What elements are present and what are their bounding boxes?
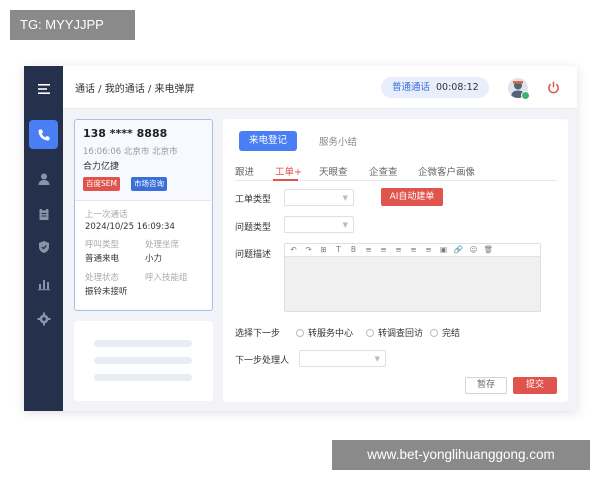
menu-icon[interactable] xyxy=(29,74,58,103)
table-icon[interactable]: ⊞ xyxy=(318,245,329,254)
emoji-icon[interactable]: ☺ xyxy=(468,245,479,254)
tab-qichacha[interactable]: 企查查 xyxy=(369,164,398,178)
status-value: 振铃未接听 xyxy=(85,287,128,297)
status-label: 处理状态 xyxy=(85,273,120,283)
online-status-badge xyxy=(521,91,530,100)
power-icon[interactable] xyxy=(547,81,560,94)
sub-tabs: 跟进 工单+ 天眼查 企查查 企微客户画像 xyxy=(235,164,557,181)
call-type-label: 呼叫类型 xyxy=(85,240,120,250)
issue-type-select[interactable]: ▼ xyxy=(284,216,354,233)
radio-label: 完结 xyxy=(442,329,461,339)
tag-source: 百度SEM xyxy=(83,177,120,191)
tab-follow-up[interactable]: 跟进 xyxy=(235,164,254,178)
align-right-icon[interactable]: ≡ xyxy=(393,245,404,254)
agent-value: 小力 xyxy=(145,254,163,264)
skeleton-line xyxy=(94,374,192,381)
chevron-down-icon: ▼ xyxy=(374,355,380,363)
active-tab-indicator xyxy=(273,179,298,181)
call-type-value: 普通来电 xyxy=(85,254,120,264)
breadcrumb: 通话 / 我的通话 / 来电弹屏 xyxy=(75,84,195,95)
last-call-value: 2024/10/25 16:09:34 xyxy=(85,222,175,232)
radio-service-center[interactable]: 转服务中心 xyxy=(296,326,353,339)
caller-card[interactable]: 138 **** 8888 16:06:06 北京市 北京市 合力亿捷 百度SE… xyxy=(74,119,213,311)
redo-icon[interactable]: ↷ xyxy=(303,245,314,254)
issue-desc-editor[interactable]: ↶ ↷ ⊞ T B ≡ ≡ ≡ ≡ ≡ ▣ 🔗 ☺ 🗑 xyxy=(284,243,541,312)
radio-label: 转服务中心 xyxy=(308,329,354,339)
sidebar-item-settings[interactable] xyxy=(29,304,58,333)
tab-service-summary[interactable]: 服务小结 xyxy=(319,134,357,148)
chevron-down-icon: ▼ xyxy=(342,194,348,202)
sidebar-item-tickets[interactable] xyxy=(29,199,58,228)
main-panel: 来电登记 服务小结 跟进 工单+ 天眼查 企查查 企微客户画像 工单类型 ▼ A… xyxy=(223,119,568,402)
next-step-label: 选择下一步 xyxy=(235,329,281,339)
top-header: 通话 / 我的通话 / 来电弹屏 普通通话 00:08:12 xyxy=(63,66,577,109)
issue-desc-label: 问题描述 xyxy=(235,250,272,260)
skill-group-label: 呼入技能组 xyxy=(145,273,188,283)
caller-time-location: 16:06:06 北京市 北京市 xyxy=(83,147,178,157)
skeleton-line xyxy=(94,340,192,347)
bold-icon[interactable]: B xyxy=(348,245,359,254)
phone-icon xyxy=(38,129,49,140)
list-icon[interactable]: ≡ xyxy=(408,245,419,254)
sidebar-item-calls[interactable] xyxy=(29,120,58,149)
gear-icon xyxy=(37,312,50,325)
ai-create-ticket-button[interactable]: AI自动建单 xyxy=(381,188,443,206)
radio-circle xyxy=(366,329,374,337)
clipboard-icon xyxy=(39,207,48,220)
sidebar-item-security[interactable] xyxy=(29,232,58,261)
tag-category: 市场咨询 xyxy=(131,177,167,191)
shield-icon xyxy=(38,240,49,253)
sidebar xyxy=(24,66,63,411)
image-icon[interactable]: ▣ xyxy=(438,245,449,254)
call-status-pill: 普通通话 00:08:12 xyxy=(381,77,489,98)
undo-icon[interactable]: ↶ xyxy=(288,245,299,254)
text-icon[interactable]: T xyxy=(333,245,344,254)
align-left-icon[interactable]: ≡ xyxy=(363,245,374,254)
caller-company: 合力亿捷 xyxy=(83,162,120,172)
app-window: 通话 / 我的通话 / 来电弹屏 普通通话 00:08:12 138 **** 8… xyxy=(24,66,577,411)
radio-circle xyxy=(430,329,438,337)
trash-icon[interactable]: 🗑 xyxy=(483,245,494,254)
align-center-icon[interactable]: ≡ xyxy=(378,245,389,254)
tab-tianyancha[interactable]: 天眼查 xyxy=(319,164,348,178)
call-type: 普通通话 xyxy=(392,82,431,93)
radio-complete[interactable]: 完结 xyxy=(430,326,460,339)
caller-history: 上一次通话 2024/10/25 16:09:34 呼叫类型 处理坐席 普通来电… xyxy=(75,201,211,309)
indent-icon[interactable]: ≡ xyxy=(423,245,434,254)
tab-call-registration[interactable]: 来电登记 xyxy=(239,131,297,151)
watermark-top: TG: MYYJJPP xyxy=(10,10,135,40)
next-handler-label: 下一步处理人 xyxy=(235,356,290,366)
call-timer: 00:08:12 xyxy=(436,82,479,93)
save-draft-button[interactable]: 暂存 xyxy=(465,377,507,394)
placeholder-card xyxy=(74,321,213,401)
user-icon xyxy=(38,173,49,185)
sidebar-item-reports[interactable] xyxy=(29,269,58,298)
tab-work-order[interactable]: 工单+ xyxy=(275,164,302,178)
link-icon[interactable]: 🔗 xyxy=(453,245,464,254)
issue-type-label: 问题类型 xyxy=(235,223,272,233)
ticket-type-label: 工单类型 xyxy=(235,195,272,205)
chevron-down-icon: ▼ xyxy=(342,221,348,229)
radio-label: 转调查回访 xyxy=(378,329,424,339)
sidebar-item-contacts[interactable] xyxy=(29,164,58,193)
bar-chart-icon xyxy=(37,279,50,290)
skeleton-line xyxy=(94,357,192,364)
next-handler-select[interactable]: ▼ xyxy=(299,350,386,367)
tab-wecom-profile[interactable]: 企微客户画像 xyxy=(418,164,475,178)
editor-toolbar: ↶ ↷ ⊞ T B ≡ ≡ ≡ ≡ ≡ ▣ 🔗 ☺ 🗑 xyxy=(285,244,540,257)
submit-button[interactable]: 提交 xyxy=(513,377,557,394)
hamburger-icon xyxy=(37,83,50,94)
watermark-bottom: www.bet-yonglihuanggong.com xyxy=(332,440,590,470)
caller-phone: 138 **** 8888 xyxy=(83,127,168,140)
radio-circle xyxy=(296,329,304,337)
ticket-type-select[interactable]: ▼ xyxy=(284,189,354,206)
radio-survey[interactable]: 转调查回访 xyxy=(366,326,423,339)
agent-label: 处理坐席 xyxy=(145,240,180,250)
last-call-label: 上一次通话 xyxy=(85,210,128,220)
